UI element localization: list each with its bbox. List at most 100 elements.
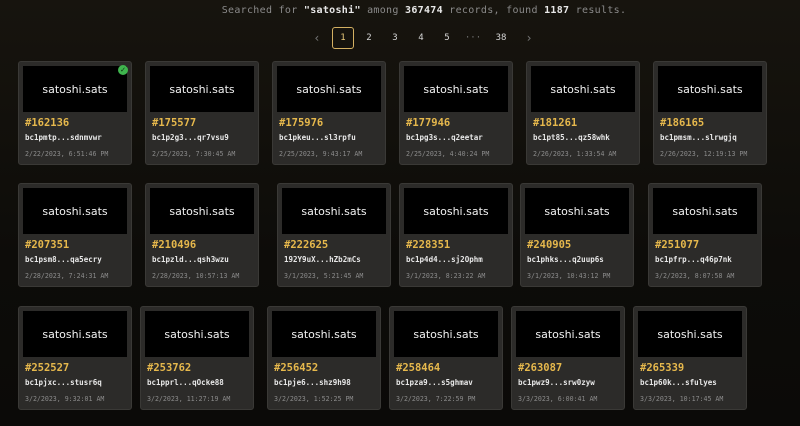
inscription-preview[interactable]: satoshi.sats xyxy=(23,311,127,357)
owner-address: bc1pfrp...q46p7nk xyxy=(655,255,732,264)
inscription-number: #181261 xyxy=(533,117,578,129)
inscription-preview[interactable]: satoshi.sats xyxy=(516,311,620,357)
owner-address: bc1pprl...qOcke88 xyxy=(147,378,224,387)
inscription-preview[interactable]: satoshi.sats xyxy=(531,66,635,112)
inscription-preview[interactable]: satoshi.sats xyxy=(150,188,254,234)
inscription-card[interactable]: satoshi.sats #252527 bc1pjxc...stusr6q 3/2/… xyxy=(18,306,132,410)
pagination-ellipsis: ··· xyxy=(464,33,482,43)
inscription-preview[interactable]: satoshi.sats xyxy=(282,188,386,234)
inscription-card[interactable]: satoshi.sats #265339 bc1p60k...sfulyes 3/3/… xyxy=(633,306,747,410)
inscription-card[interactable]: satoshi.sats #251077 bc1pfrp...q46p7nk 3/2/… xyxy=(648,183,762,287)
inscription-preview[interactable]: satoshi.sats xyxy=(23,188,127,234)
owner-address: bc1pzld...qsh3wzu xyxy=(152,255,229,264)
inscription-preview[interactable]: satoshi.sats xyxy=(404,66,508,112)
pagination: ‹ 1 2 3 4 5 ··· 38 › xyxy=(306,26,540,50)
page-last-button[interactable]: 38 xyxy=(488,27,514,49)
page-2-button[interactable]: 2 xyxy=(358,27,380,49)
inscription-preview[interactable]: satoshi.sats xyxy=(145,311,249,357)
inscription-number: #263087 xyxy=(518,362,563,374)
page-4-button[interactable]: 4 xyxy=(410,27,432,49)
inscription-preview[interactable]: satoshi.sats xyxy=(394,311,498,357)
inscription-card[interactable]: satoshi.sats #258464 bc1pza9...s5ghmav 3/2/… xyxy=(389,306,503,410)
inscription-card[interactable]: satoshi.sats #256452 bc1pje6...shz9h98 3/2/… xyxy=(267,306,381,410)
inscription-preview[interactable]: satoshi.sats xyxy=(525,188,629,234)
prev-page-button[interactable]: ‹ xyxy=(306,27,328,49)
inscription-preview[interactable]: satoshi.sats xyxy=(658,66,762,112)
inscription-card[interactable]: satoshi.sats #240905 bc1phks...q2uup6s 3/1/… xyxy=(520,183,634,287)
inscription-card[interactable]: satoshi.sats #186165 bc1pmsm...slrwgjq 2/26… xyxy=(653,61,767,165)
owner-address: bc1pmsm...slrwgjq xyxy=(660,133,737,142)
owner-address: bc1pje6...shz9h98 xyxy=(274,378,351,387)
owner-address: bc1p2g3...qr7vsu9 xyxy=(152,133,229,142)
inscription-number: #228351 xyxy=(406,239,451,251)
inscription-date: 2/25/2023, 9:43:17 AM xyxy=(279,150,363,158)
owner-address: bc1psm8...qa5ecry xyxy=(25,255,102,264)
owner-address: 192Y9uX...hZb2mCs xyxy=(284,255,361,264)
page-1-button[interactable]: 1 xyxy=(332,27,354,49)
inscription-number: #177946 xyxy=(406,117,451,129)
inscription-number: #175976 xyxy=(279,117,324,129)
inscription-number: #240905 xyxy=(527,239,572,251)
inscription-card[interactable]: satoshi.sats #253762 bc1pprl...qOcke88 3/2/… xyxy=(140,306,254,410)
inscription-date: 3/2/2023, 1:52:25 PM xyxy=(274,395,354,403)
page-5-button[interactable]: 5 xyxy=(436,27,458,49)
inscription-date: 2/28/2023, 7:24:31 AM xyxy=(25,272,109,280)
inscription-card[interactable]: satoshi.sats #177946 bc1pg3s...q2eetar 2/25… xyxy=(399,61,513,165)
inscription-card[interactable]: satoshi.sats #210496 bc1pzld...qsh3wzu 2/28… xyxy=(145,183,259,287)
inscription-preview[interactable]: satoshi.sats xyxy=(404,188,508,234)
inscription-preview[interactable]: satoshi.sats xyxy=(23,66,127,112)
inscription-preview[interactable]: satoshi.sats xyxy=(272,311,376,357)
inscription-date: 3/2/2023, 9:32:01 AM xyxy=(25,395,105,403)
inscription-preview[interactable]: satoshi.sats xyxy=(638,311,742,357)
inscription-card[interactable]: satoshi.sats #181261 bc1pt85...qz58whk 2/26… xyxy=(526,61,640,165)
summary-records-suffix: records, found xyxy=(442,5,545,16)
search-query: "satoshi" xyxy=(303,5,361,16)
inscription-number: #222625 xyxy=(284,239,329,251)
inscription-number: #162136 xyxy=(25,117,70,129)
inscription-card[interactable]: satoshi.sats #263087 bc1pwz9...srw0zyw 3/3/… xyxy=(511,306,625,410)
search-summary: Searched for "satoshi" among 367474 reco… xyxy=(0,5,800,16)
inscription-date: 2/22/2023, 6:51:46 PM xyxy=(25,150,109,158)
inscription-card[interactable]: satoshi.sats #222625 192Y9uX...hZb2mCs 3/1/… xyxy=(277,183,391,287)
owner-address: bc1pza9...s5ghmav xyxy=(396,378,473,387)
owner-address: bc1phks...q2uup6s xyxy=(527,255,604,264)
inscription-card[interactable]: satoshi.sats #162136 bc1pmtp...sdnmvwr 2/22… xyxy=(18,61,132,165)
records-count: 367474 xyxy=(405,5,443,16)
inscription-number: #256452 xyxy=(274,362,319,374)
next-page-button[interactable]: › xyxy=(518,27,540,49)
inscription-date: 2/25/2023, 4:40:24 PM xyxy=(406,150,490,158)
inscription-card[interactable]: satoshi.sats #207351 bc1psm8...qa5ecry 2/28… xyxy=(18,183,132,287)
inscription-number: #175577 xyxy=(152,117,197,129)
inscription-date: 3/1/2023, 10:43:12 PM xyxy=(527,272,611,280)
inscription-number: #252527 xyxy=(25,362,70,374)
owner-address: bc1p60k...sfulyes xyxy=(640,378,717,387)
inscription-preview[interactable]: satoshi.sats xyxy=(653,188,757,234)
inscription-preview[interactable]: satoshi.sats xyxy=(277,66,381,112)
check-circle-icon: ✓ xyxy=(118,65,128,75)
owner-address: bc1pt85...qz58whk xyxy=(533,133,610,142)
inscription-preview[interactable]: satoshi.sats xyxy=(150,66,254,112)
inscription-card[interactable]: satoshi.sats #175577 bc1p2g3...qr7vsu9 2/25… xyxy=(145,61,259,165)
inscription-card[interactable]: satoshi.sats #175976 bc1pkeu...sl3rpfu 2/25… xyxy=(272,61,386,165)
owner-address: bc1p4d4...sj2Ophm xyxy=(406,255,483,264)
owner-address: bc1pkeu...sl3rpfu xyxy=(279,133,356,142)
inscription-number: #207351 xyxy=(25,239,70,251)
inscription-number: #210496 xyxy=(152,239,197,251)
inscription-date: 2/26/2023, 1:33:54 AM xyxy=(533,150,617,158)
owner-address: bc1pg3s...q2eetar xyxy=(406,133,483,142)
inscription-date: 3/2/2023, 7:22:59 PM xyxy=(396,395,476,403)
summary-prefix: Searched for xyxy=(221,5,304,16)
inscription-number: #265339 xyxy=(640,362,685,374)
summary-results-suffix: results. xyxy=(569,5,627,16)
inscription-date: 2/28/2023, 10:57:13 AM xyxy=(152,272,240,280)
inscription-number: #186165 xyxy=(660,117,705,129)
inscription-date: 3/2/2023, 8:07:58 AM xyxy=(655,272,735,280)
owner-address: bc1pwz9...srw0zyw xyxy=(518,378,595,387)
inscription-card[interactable]: satoshi.sats #228351 bc1p4d4...sj2Ophm 3/1/… xyxy=(399,183,513,287)
summary-among: among xyxy=(360,5,406,16)
page-3-button[interactable]: 3 xyxy=(384,27,406,49)
inscription-date: 3/1/2023, 5:21:45 AM xyxy=(284,272,364,280)
inscription-number: #253762 xyxy=(147,362,192,374)
owner-address: bc1pmtp...sdnmvwr xyxy=(25,133,102,142)
inscription-date: 3/1/2023, 8:23:22 AM xyxy=(406,272,486,280)
